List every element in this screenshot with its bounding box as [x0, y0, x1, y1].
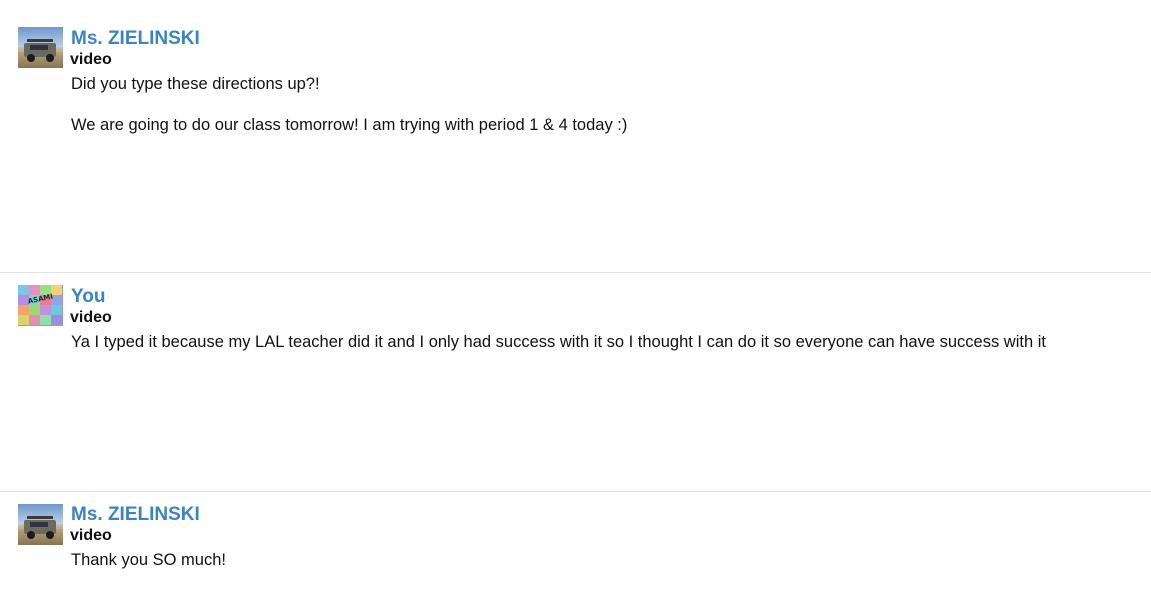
sender-avatar[interactable] — [18, 27, 63, 68]
avatar-tile — [29, 305, 40, 315]
sender-name-link[interactable]: Ms. ZIELINSKI — [71, 504, 1131, 526]
avatar-tile — [29, 285, 40, 295]
message-subject: video — [70, 527, 112, 544]
avatar-wheel — [46, 531, 54, 539]
message-body: You video Ya I typed it because my LAL t… — [70, 286, 1131, 352]
sender-name-link[interactable]: Ms. ZIELINSKI — [71, 28, 1131, 50]
avatar-car-window — [30, 522, 48, 527]
avatar-tile — [51, 315, 62, 325]
message-subject: video — [70, 309, 112, 326]
avatar-tile — [29, 315, 40, 325]
message-body: Ms. ZIELINSKI video Thank you SO much! — [70, 504, 1131, 570]
avatar-car-rack — [27, 39, 53, 42]
message-item: Ms. ZIELINSKI video Thank you SO much! — [0, 492, 1151, 605]
avatar-car-window — [30, 45, 48, 50]
message-text: Ya I typed it because my LAL teacher did… — [71, 333, 1046, 351]
sender-avatar[interactable]: ASAMI — [18, 285, 63, 326]
avatar-car-rack — [27, 516, 53, 519]
sender-avatar[interactable] — [18, 504, 63, 545]
message-thread: Ms. ZIELINSKI video Did you type these d… — [0, 0, 1151, 605]
message-text: We are going to do our class tomorrow! I… — [71, 116, 628, 134]
avatar-tile — [51, 305, 62, 315]
message-item: Ms. ZIELINSKI video Did you type these d… — [0, 0, 1151, 272]
message-subject: video — [70, 51, 112, 68]
message-body: Ms. ZIELINSKI video Did you type these d… — [70, 28, 1131, 135]
avatar-wheel — [27, 54, 35, 62]
message-text: Thank you SO much! — [71, 551, 226, 569]
avatar-wheel — [27, 531, 35, 539]
avatar-tile — [18, 315, 29, 325]
avatar-wheel — [46, 54, 54, 62]
message-text: Did you type these directions up?! — [71, 75, 320, 93]
avatar-tile — [40, 305, 51, 315]
sender-name-link[interactable]: You — [71, 286, 1131, 308]
message-item: ASAMI You video Ya I typed it because my… — [0, 273, 1151, 491]
avatar-tile — [40, 315, 51, 325]
avatar-tile — [18, 285, 29, 295]
